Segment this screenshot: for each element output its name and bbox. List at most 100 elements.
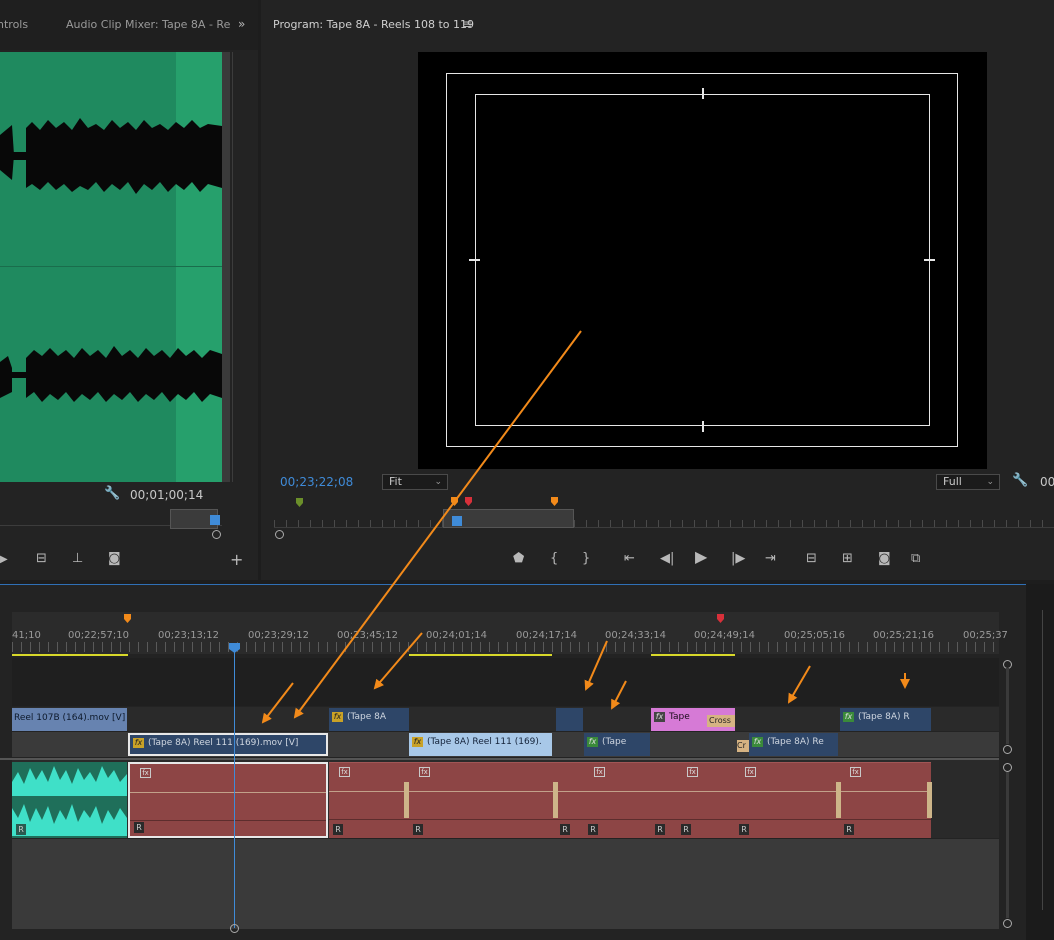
- extract-icon[interactable]: ⊞: [842, 552, 853, 566]
- fx-badge-icon: fx: [850, 767, 861, 777]
- r-badge: R: [655, 824, 665, 835]
- mark-out-icon[interactable]: }: [582, 552, 590, 566]
- timeline-scroll-handle[interactable]: [230, 924, 239, 933]
- ruler-label: 00;25;21;16: [873, 630, 935, 641]
- r-badge: R: [588, 824, 598, 835]
- resolution-dropdown[interactable]: Full ⌄: [936, 474, 1000, 490]
- audio-transition-handle[interactable]: [927, 782, 932, 818]
- source-timecode[interactable]: 00;01;00;14: [130, 488, 203, 502]
- v2-clip[interactable]: fx (Tape 8A: [329, 708, 409, 731]
- cross-dissolve-transition[interactable]: Cr: [737, 740, 749, 752]
- panel-overflow-icon[interactable]: »: [238, 17, 245, 31]
- cross-dissolve-transition[interactable]: Cross: [707, 715, 735, 727]
- channel-divider: [556, 819, 584, 820]
- clip-label: (Tape 8A) Reel 111 (169).: [427, 737, 542, 747]
- v1-clip-selected[interactable]: fx (Tape 8A) Reel 111 (169).mov [V]: [128, 733, 328, 756]
- transition-label: Cr: [737, 741, 746, 750]
- channel-divider: [677, 819, 735, 820]
- audio-transition-handle[interactable]: [553, 782, 558, 818]
- vertical-scrollbar[interactable]: [1006, 772, 1009, 918]
- r-badge: R: [681, 824, 691, 835]
- audio-clip[interactable]: fx R: [128, 762, 328, 838]
- v2-clip[interactable]: [556, 708, 583, 731]
- render-bar: [12, 654, 128, 656]
- fx-badge-icon: fx: [745, 767, 756, 777]
- volume-line: [584, 791, 651, 792]
- v1-clip[interactable]: fx (Tape 8A) Re: [749, 733, 838, 756]
- timeline-playhead-line[interactable]: [234, 650, 235, 928]
- program-panel-title[interactable]: Program: Tape 8A - Reels 108 to 119: [273, 18, 474, 31]
- source-playhead[interactable]: [210, 515, 220, 525]
- program-zoom-handle[interactable]: [275, 530, 284, 539]
- fx-badge-icon: fx: [843, 712, 854, 722]
- render-bar: [409, 654, 552, 656]
- audio-transition-handle[interactable]: [836, 782, 841, 818]
- ruler-label: 00;24;33;14: [605, 630, 667, 641]
- step-forward-icon[interactable]: ▶: [0, 553, 8, 567]
- volume-line: [840, 791, 931, 792]
- tab-audio-clip-mixer[interactable]: Audio Clip Mixer: Tape 8A - Re: [66, 18, 230, 31]
- fx-badge-icon: fx: [594, 767, 605, 777]
- title-safe-guide: [475, 94, 930, 426]
- program-mini-ruler: [274, 520, 1054, 528]
- source-zoom-handle[interactable]: [212, 530, 221, 539]
- export-frame-icon[interactable]: ◙: [878, 552, 891, 566]
- v2-clip[interactable]: Reel 107B (164).mov [V]: [12, 708, 127, 731]
- track-zoom-handle[interactable]: [1003, 919, 1012, 928]
- track-zoom-handle[interactable]: [1003, 763, 1012, 772]
- audio-clip[interactable]: fx R: [840, 762, 931, 838]
- zoom-fit-dropdown[interactable]: Fit ⌄: [382, 474, 448, 490]
- go-to-out-icon[interactable]: ⇥: [765, 552, 776, 566]
- step-forward-icon[interactable]: |▶: [731, 552, 745, 566]
- program-playhead[interactable]: [452, 516, 462, 526]
- channel-divider: [409, 819, 556, 820]
- v1-clip[interactable]: fx (Tape: [584, 733, 650, 756]
- transition-label: Cross: [709, 716, 731, 725]
- channel-divider: [840, 819, 931, 820]
- fx-badge-icon: fx: [587, 737, 598, 747]
- volume-line: [556, 791, 584, 792]
- r-badge: R: [560, 824, 570, 835]
- audio-clip[interactable]: R: [651, 762, 677, 838]
- clip-label: (Tape 8A) R: [858, 712, 910, 722]
- fx-badge-icon: fx: [339, 767, 350, 777]
- wrench-icon[interactable]: 🔧: [1012, 474, 1028, 488]
- audio-clip[interactable]: fx R: [409, 762, 556, 838]
- program-timecode[interactable]: 00;23;22;08: [280, 475, 353, 489]
- vertical-scrollbar[interactable]: [1006, 668, 1009, 744]
- audio-clip[interactable]: fx R: [735, 762, 840, 838]
- r-badge: R: [844, 824, 854, 835]
- clip-label: Reel 107B (164).mov [V]: [14, 713, 126, 723]
- play-icon[interactable]: ▶: [695, 549, 707, 565]
- track-zoom-handle[interactable]: [1003, 745, 1012, 754]
- ruler-label: 00;22;57;10: [68, 630, 130, 641]
- wrench-icon[interactable]: 🔧: [104, 487, 120, 501]
- audio-clip[interactable]: fx R: [329, 762, 409, 838]
- audio-clip[interactable]: fx R: [584, 762, 651, 838]
- step-back-icon[interactable]: ◀|: [660, 552, 674, 566]
- audio-transition-handle[interactable]: [404, 782, 409, 818]
- go-to-in-icon[interactable]: ⇤: [624, 552, 635, 566]
- channel-divider: [329, 819, 409, 820]
- camera-icon[interactable]: ◙: [108, 552, 121, 566]
- ruler-label: 00;25;05;16: [784, 630, 846, 641]
- add-button-icon[interactable]: +: [230, 552, 243, 568]
- v1-clip[interactable]: fx (Tape 8A) Reel 111 (169).: [409, 733, 552, 756]
- overwrite-icon[interactable]: ⊥: [72, 552, 83, 566]
- program-zoom-range[interactable]: [443, 509, 574, 528]
- comparison-view-icon[interactable]: ⧉: [911, 552, 920, 566]
- v2-clip[interactable]: fx (Tape 8A) R: [840, 708, 931, 731]
- panel-menu-icon[interactable]: ≡: [462, 17, 472, 31]
- audio-clip-waveform[interactable]: R: [12, 762, 127, 838]
- ruler-label: 00;23;45;12: [337, 630, 399, 641]
- tab-controls[interactable]: ntrols: [0, 18, 28, 31]
- insert-icon[interactable]: ⊟: [36, 552, 47, 566]
- add-marker-icon[interactable]: ⬟: [513, 552, 524, 566]
- ruler-label: 00;24;01;14: [426, 630, 488, 641]
- mark-in-icon[interactable]: {: [550, 552, 558, 566]
- audio-meter-strip: [222, 52, 230, 482]
- fit-label: Fit: [389, 475, 402, 488]
- audio-clip[interactable]: fx R: [677, 762, 735, 838]
- audio-clip[interactable]: R: [556, 762, 584, 838]
- lift-icon[interactable]: ⊟: [806, 552, 817, 566]
